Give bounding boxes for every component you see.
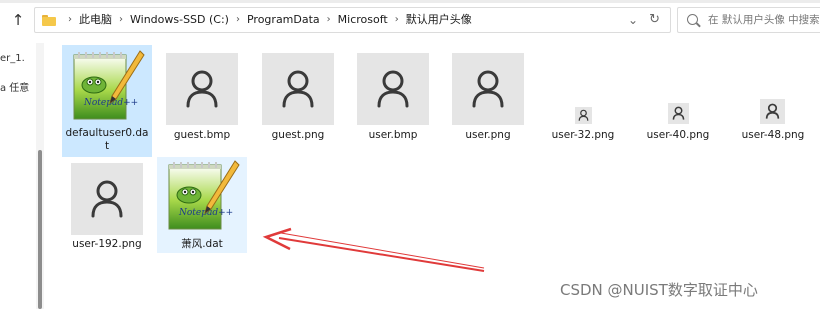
csdn-watermark: CSDN @NUIST数字取证中心 [560,281,758,299]
red-arrow-annotation [262,227,485,272]
